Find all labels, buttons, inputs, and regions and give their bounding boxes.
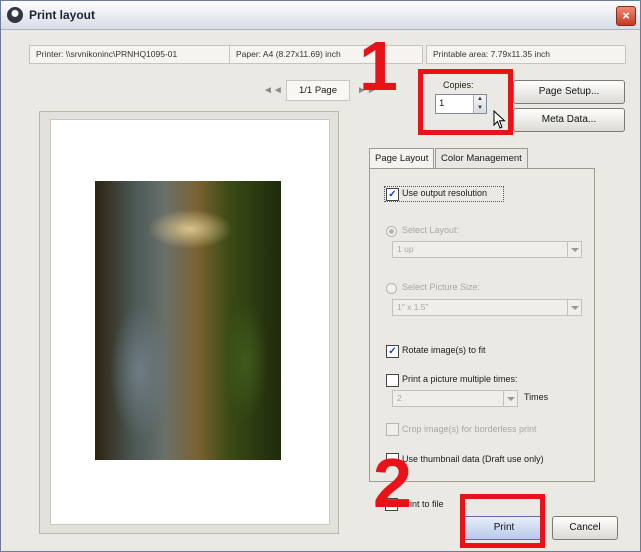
rotate-to-fit-label: Rotate image(s) to fit xyxy=(402,345,486,355)
rotate-to-fit-checkbox[interactable]: ✓ xyxy=(386,345,399,358)
cancel-button[interactable]: Cancel xyxy=(552,516,618,540)
crop-borderless-label: Crop image(s) for borderless print xyxy=(402,424,537,434)
chevron-down-icon[interactable] xyxy=(567,242,581,257)
times-label: Times xyxy=(524,392,549,402)
spin-up-icon[interactable]: ▲ xyxy=(476,95,484,103)
tab-page-layout[interactable]: Page Layout xyxy=(369,148,435,169)
preview-photo xyxy=(95,181,281,460)
layout-select-value: 1 up xyxy=(397,244,414,254)
printable-area-info: Printable area: 7.79x11.35 inch xyxy=(426,45,626,64)
print-preview-panel xyxy=(39,111,339,534)
picture-size-select[interactable]: 1" x 1.5" xyxy=(392,299,582,316)
printer-info: Printer: \\srvnikoninc\PRNHQ1095-01 xyxy=(29,45,231,64)
page-setup-button[interactable]: Page Setup... xyxy=(513,80,625,104)
chevron-down-icon[interactable] xyxy=(503,391,517,406)
copies-group: Copies: 1 ▲ ▼ xyxy=(427,80,491,120)
use-thumbnail-label: Use thumbnail data (Draft use only) xyxy=(402,454,544,464)
app-logo-icon xyxy=(7,7,23,23)
use-output-resolution-checkbox[interactable]: ✓ xyxy=(386,188,399,201)
checkmark-icon: ✓ xyxy=(388,189,397,200)
print-multiple-checkbox[interactable] xyxy=(386,374,399,387)
window-title: Print layout xyxy=(29,8,96,22)
print-button[interactable]: Print xyxy=(463,516,545,540)
preview-paper xyxy=(50,119,330,525)
meta-data-button[interactable]: Meta Data... xyxy=(513,108,625,132)
checkmark-icon: ✓ xyxy=(388,346,397,357)
first-page-button[interactable]: ◄◄ xyxy=(263,85,283,96)
step-1-marker: 1 xyxy=(359,27,398,105)
print-layout-dialog: Print layout × Printer: \\srvnikoninc\PR… xyxy=(0,0,641,552)
close-button[interactable]: × xyxy=(616,6,636,26)
picture-size-select-value: 1" x 1.5" xyxy=(397,302,429,312)
title-bar: Print layout × xyxy=(1,1,640,30)
select-picture-size-label: Select Picture Size: xyxy=(402,282,481,292)
close-icon: × xyxy=(622,8,630,23)
page-layout-panel: ✓ Use output resolution Select Layout: 1… xyxy=(369,168,595,482)
chevron-down-icon[interactable] xyxy=(567,300,581,315)
page-indicator: 1/1 Page xyxy=(286,80,350,101)
tab-color-management[interactable]: Color Management xyxy=(435,148,528,168)
spin-down-icon[interactable]: ▼ xyxy=(476,104,484,112)
mouse-pointer-icon xyxy=(493,110,506,129)
step-2-marker: 2 xyxy=(373,444,412,522)
copies-label: Copies: xyxy=(443,80,474,90)
copies-value: 1 xyxy=(439,98,445,109)
copies-input[interactable]: 1 ▲ ▼ xyxy=(435,94,487,114)
times-select-value: 2 xyxy=(397,393,402,403)
select-picture-size-radio[interactable] xyxy=(386,283,397,294)
copies-spinner[interactable]: ▲ ▼ xyxy=(473,95,486,113)
select-layout-label: Select Layout: xyxy=(402,225,460,235)
crop-borderless-checkbox[interactable] xyxy=(386,423,399,436)
select-layout-radio[interactable] xyxy=(386,226,397,237)
layout-select[interactable]: 1 up xyxy=(392,241,582,258)
use-output-resolution-label: Use output resolution xyxy=(402,188,488,198)
times-select[interactable]: 2 xyxy=(392,390,518,407)
print-multiple-label: Print a picture multiple times: xyxy=(402,374,518,384)
